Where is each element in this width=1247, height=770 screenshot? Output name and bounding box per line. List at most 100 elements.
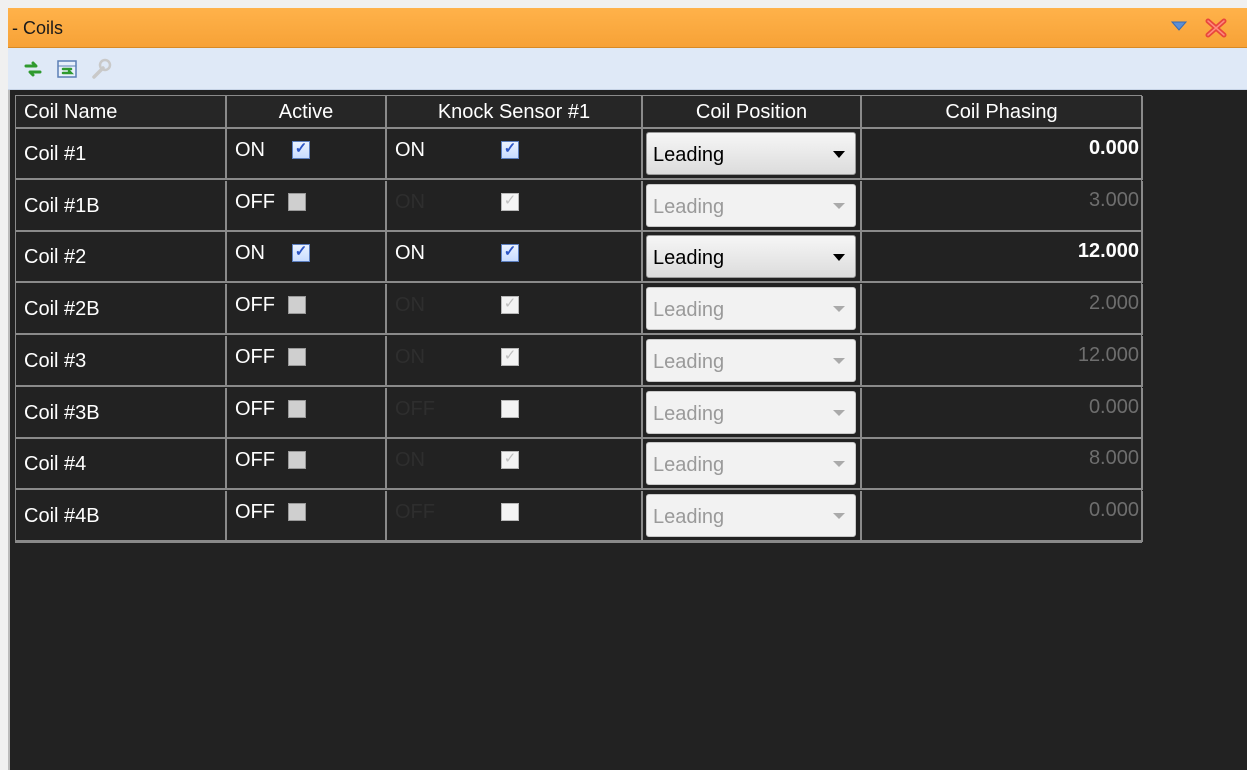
active-checkbox[interactable]: ✓ xyxy=(292,243,310,263)
coil-position-value: Leading xyxy=(653,195,725,218)
knock-sensor-checkbox[interactable]: ✓ xyxy=(501,295,519,315)
coil-position-select[interactable]: Leading xyxy=(646,338,856,382)
cell-coil-name[interactable]: Coil #4 xyxy=(16,439,227,491)
cell-coil-phasing[interactable]: 12.000 xyxy=(862,335,1143,387)
cell-coil-phasing[interactable]: 2.000 xyxy=(862,284,1143,336)
knock-sensor-status-text: ON xyxy=(395,242,425,265)
coil-position-select[interactable]: Leading xyxy=(646,390,856,434)
cell-knock-sensor: ON ✓ xyxy=(387,284,643,336)
coil-name: Coil #1 xyxy=(24,143,87,165)
cell-coil-name[interactable]: Coil #2 xyxy=(16,232,227,284)
cell-knock-sensor: OFF xyxy=(387,387,643,439)
coil-position-value: Leading xyxy=(653,247,725,270)
cell-coil-position: Leading xyxy=(643,180,862,232)
coil-position-select[interactable]: Leading xyxy=(646,442,856,486)
check-icon: ✓ xyxy=(503,140,517,157)
cell-active: OFF xyxy=(227,439,387,491)
cell-knock-sensor: ON ✓ xyxy=(387,439,643,491)
knock-sensor-checkbox[interactable]: ✓ xyxy=(501,140,519,159)
active-status-text: OFF xyxy=(235,500,275,523)
active-checkbox[interactable] xyxy=(288,347,306,366)
knock-sensor-checkbox[interactable]: ✓ xyxy=(501,191,519,211)
table-row: Coil #3 OFF ON ✓ Leading 12.000 xyxy=(16,335,1143,387)
coil-position-select[interactable]: Leading xyxy=(646,287,856,331)
cell-coil-name[interactable]: Coil #1 xyxy=(16,129,227,180)
close-icon[interactable] xyxy=(1205,18,1227,42)
chevron-down-icon xyxy=(833,254,845,262)
active-status-text: OFF xyxy=(235,449,275,472)
cell-coil-phasing[interactable]: 0.000 xyxy=(862,490,1143,542)
coil-name: Coil #1B xyxy=(24,194,100,217)
cell-coil-phasing[interactable]: 3.000 xyxy=(862,180,1143,232)
coil-position-value: Leading xyxy=(653,505,725,528)
cell-coil-name[interactable]: Coil #4B xyxy=(16,490,227,542)
column-header-coil-position[interactable]: Coil Position xyxy=(643,96,862,129)
coil-position-value: Leading xyxy=(653,454,725,477)
knock-sensor-status-text: ON xyxy=(395,190,425,213)
coil-phasing-value: 12.000 xyxy=(1077,240,1139,263)
table-row: Coil #4B OFF OFF Leading 0.000 xyxy=(16,490,1143,542)
chevron-down-icon xyxy=(833,409,845,416)
refresh-icon[interactable] xyxy=(22,58,44,80)
check-icon: ✓ xyxy=(503,346,517,364)
coil-position-value: Leading xyxy=(653,402,725,425)
cell-active: ON ✓ xyxy=(227,129,387,180)
knock-sensor-checkbox[interactable] xyxy=(501,502,519,521)
chevron-down-icon xyxy=(833,151,845,158)
knock-sensor-checkbox[interactable]: ✓ xyxy=(501,243,519,263)
coil-phasing-value: 8.000 xyxy=(1088,447,1139,470)
cell-coil-position: Leading xyxy=(643,232,862,284)
knock-sensor-checkbox[interactable]: ✓ xyxy=(501,450,519,470)
coil-position-select[interactable]: Leading xyxy=(646,493,856,537)
column-header-active[interactable]: Active xyxy=(227,96,387,129)
cell-active: ON ✓ xyxy=(227,232,387,284)
coil-position-select[interactable]: Leading xyxy=(646,235,856,279)
cell-coil-phasing[interactable]: 0.000 xyxy=(862,387,1143,439)
active-checkbox[interactable]: ✓ xyxy=(292,140,310,159)
table-row: Coil #4 OFF ON ✓ Leading 8.000 xyxy=(16,439,1143,491)
cell-coil-name[interactable]: Coil #3B xyxy=(16,387,227,439)
chevron-down-icon[interactable] xyxy=(1170,20,1188,36)
coil-position-select[interactable]: Leading xyxy=(646,132,856,175)
active-status-text: ON xyxy=(235,139,265,161)
chevron-down-icon xyxy=(833,512,845,519)
import-icon[interactable] xyxy=(56,58,78,80)
table-row: Coil #2B OFF ON ✓ Leading 2.000 xyxy=(16,284,1143,336)
check-icon: ✓ xyxy=(503,450,517,468)
cell-coil-name[interactable]: Coil #2B xyxy=(16,284,227,336)
table-row: Coil #1 ON ✓ ON ✓ Leading 0.000 xyxy=(16,129,1143,180)
cell-knock-sensor: ON ✓ xyxy=(387,335,643,387)
cell-coil-phasing[interactable]: 8.000 xyxy=(862,439,1143,491)
active-checkbox[interactable] xyxy=(288,502,306,521)
active-checkbox[interactable] xyxy=(288,296,306,315)
check-icon: ✓ xyxy=(503,295,517,313)
column-header-knock-sensor[interactable]: Knock Sensor #1 xyxy=(387,96,643,129)
knock-sensor-checkbox[interactable]: ✓ xyxy=(501,346,519,366)
active-checkbox[interactable] xyxy=(288,192,306,211)
coil-position-select[interactable]: Leading xyxy=(646,183,856,227)
coil-position-value: Leading xyxy=(653,350,725,373)
cell-coil-name[interactable]: Coil #1B xyxy=(16,180,227,232)
chevron-down-icon xyxy=(833,202,845,209)
coil-phasing-value: 0.000 xyxy=(1088,395,1139,418)
wrench-icon[interactable] xyxy=(90,58,112,80)
active-status-text: OFF xyxy=(235,397,275,420)
cell-coil-position: Leading xyxy=(643,490,862,542)
cell-coil-phasing[interactable]: 0.000 xyxy=(862,129,1143,180)
check-icon: ✓ xyxy=(294,243,308,261)
coil-phasing-value: 0.000 xyxy=(1088,498,1139,521)
column-header-coil-phasing[interactable]: Coil Phasing xyxy=(862,96,1143,129)
cell-coil-phasing[interactable]: 12.000 xyxy=(862,232,1143,284)
knock-sensor-status-text: ON xyxy=(395,294,425,317)
coil-name: Coil #2 xyxy=(24,246,87,269)
check-icon: ✓ xyxy=(503,191,517,209)
cell-coil-name[interactable]: Coil #3 xyxy=(16,335,227,387)
active-status-text: OFF xyxy=(235,190,275,213)
coil-position-value: Leading xyxy=(653,299,725,322)
title-bar[interactable]: - Coils xyxy=(8,8,1247,48)
column-header-coil-name[interactable]: Coil Name xyxy=(16,96,227,129)
knock-sensor-checkbox[interactable] xyxy=(501,399,519,418)
active-checkbox[interactable] xyxy=(288,451,306,470)
active-checkbox[interactable] xyxy=(288,399,306,418)
cell-active: OFF xyxy=(227,284,387,336)
